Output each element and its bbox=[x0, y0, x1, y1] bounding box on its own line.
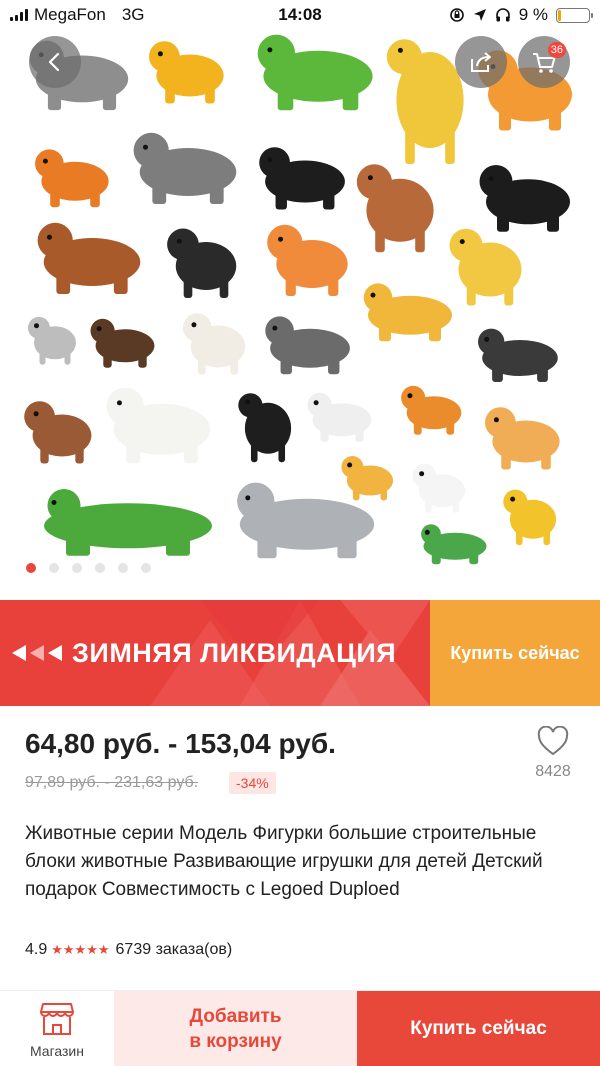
gallery-dot[interactable] bbox=[118, 563, 128, 573]
toy-penguin bbox=[238, 393, 292, 463]
toy-horse bbox=[37, 222, 141, 294]
buy-now-button[interactable]: Купить сейчас bbox=[357, 991, 600, 1066]
add-to-cart-label-line1: Добавить bbox=[189, 1006, 282, 1027]
store-button[interactable]: Магазин bbox=[0, 991, 114, 1066]
battery-fill bbox=[558, 9, 561, 21]
wishlist-button[interactable]: 8428 bbox=[525, 725, 581, 781]
toy-giraffe bbox=[386, 39, 464, 164]
toy-deer bbox=[356, 164, 434, 253]
toy-turtle bbox=[421, 524, 487, 565]
toy-horse bbox=[106, 387, 211, 464]
price-range: 64,80 руб. - 153,04 руб. bbox=[25, 728, 336, 759]
product-title: Животные серии Модель Фигурки большие ст… bbox=[25, 823, 543, 900]
toy-cat bbox=[28, 316, 76, 365]
toy-kitten bbox=[307, 392, 372, 442]
toy-puppy bbox=[90, 318, 155, 368]
cart-button[interactable]: 36 bbox=[518, 36, 570, 88]
toy-panther bbox=[259, 147, 345, 210]
add-to-cart-label-line2: в корзину bbox=[189, 1031, 282, 1052]
rating-row[interactable]: 4.9 ★★★★★ 6739 заказа(ов) bbox=[25, 941, 232, 959]
toy-dalmatian bbox=[412, 463, 466, 513]
share-button[interactable] bbox=[455, 36, 507, 88]
toy-hippo bbox=[133, 132, 237, 204]
arrows-logo-icon bbox=[12, 645, 62, 661]
bottom-action-bar: Магазин Добавить в корзину Купить сейчас bbox=[0, 990, 600, 1066]
headphones-icon bbox=[495, 8, 510, 22]
store-icon bbox=[40, 1003, 74, 1035]
toy-bear bbox=[341, 456, 394, 501]
toy-dog bbox=[24, 401, 92, 464]
gallery-dot[interactable] bbox=[95, 563, 105, 573]
toy-dino bbox=[267, 224, 348, 296]
gallery-dot[interactable] bbox=[72, 563, 82, 573]
promo-title: ЗИМНЯЯ ЛИКВИДАЦИЯ bbox=[72, 638, 397, 668]
gallery-dot[interactable] bbox=[26, 563, 36, 573]
old-price: 97,89 руб. - 231,63 руб. bbox=[25, 774, 199, 791]
product-image bbox=[24, 34, 572, 565]
status-right: 9 % bbox=[449, 5, 593, 25]
toy-giraffe bbox=[363, 283, 452, 342]
promo-banner[interactable]: ЗИМНЯЯ ЛИКВИДАЦИЯ Купить сейчас bbox=[0, 600, 600, 706]
toy-triceratops bbox=[257, 34, 373, 111]
toy-cockerel bbox=[149, 41, 224, 104]
toy-tiger bbox=[35, 149, 109, 208]
discount-badge: -34% bbox=[229, 772, 276, 794]
rating-value: 4.9 bbox=[25, 941, 48, 958]
cart-count-badge: 36 bbox=[547, 42, 566, 58]
gallery-pagination bbox=[26, 563, 151, 573]
share-icon bbox=[471, 52, 491, 72]
toy-hen bbox=[503, 489, 557, 546]
toy-monkey bbox=[167, 228, 237, 298]
toy-tiger-cub bbox=[401, 385, 462, 435]
promo-buy-now-button[interactable]: Купить сейчас bbox=[430, 600, 600, 706]
toy-zebra bbox=[478, 328, 558, 382]
toy-cow bbox=[182, 313, 246, 375]
gallery-dot[interactable] bbox=[141, 563, 151, 573]
back-button[interactable] bbox=[29, 36, 81, 88]
wishlist-count: 8428 bbox=[535, 763, 571, 780]
chevron-left-icon bbox=[48, 52, 60, 72]
battery-icon bbox=[556, 7, 593, 23]
toy-elephant bbox=[265, 316, 350, 375]
battery-percent: 9 % bbox=[518, 5, 548, 24]
location-icon bbox=[473, 9, 486, 21]
toy-lion bbox=[485, 407, 560, 470]
orders-count: 6739 заказа(ов) bbox=[115, 941, 233, 958]
toy-crocodile bbox=[44, 489, 212, 556]
toy-horse bbox=[479, 165, 570, 232]
heart-icon bbox=[537, 725, 569, 756]
store-label: Магазин bbox=[29, 1043, 84, 1059]
rotation-lock-icon bbox=[449, 8, 464, 22]
rating-stars: ★★★★★ bbox=[51, 942, 110, 957]
status-bar: MegaFon 3G 14:08 9 % bbox=[0, 0, 600, 30]
gallery-dot[interactable] bbox=[49, 563, 59, 573]
toy-lioness bbox=[449, 228, 522, 306]
add-to-cart-button[interactable]: Добавить в корзину bbox=[114, 991, 357, 1066]
product-gallery[interactable]: 36 bbox=[0, 0, 600, 598]
